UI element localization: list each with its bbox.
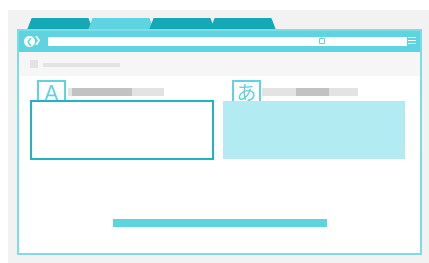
toolbar: ❮ ❯ → [19,31,420,52]
source-text-area[interactable] [30,100,214,160]
page-title-placeholder [43,63,120,67]
right-label-highlight [296,88,329,96]
page-icon [30,60,38,68]
footer-bar [113,219,327,227]
left-panel-label [68,88,164,96]
forward-button[interactable]: ❯ [32,36,43,47]
forward-icon: ❯ [33,36,42,46]
bookmark-bar [19,52,420,76]
left-label-highlight [72,88,132,96]
search-icon [319,38,325,44]
translation-output-area [223,101,405,159]
right-panel-label [262,88,358,96]
address-bar[interactable]: → [48,36,328,46]
menu-icon[interactable] [408,37,416,45]
search-input[interactable] [317,37,407,46]
